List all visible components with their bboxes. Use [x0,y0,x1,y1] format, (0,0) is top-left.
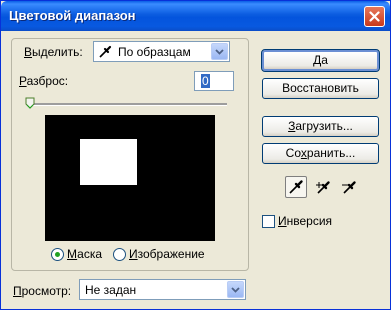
select-label: Выделить: [24,45,83,59]
save-button[interactable]: Сохранить... [262,143,379,164]
close-icon [369,11,380,22]
close-button[interactable] [364,6,385,27]
load-button[interactable]: Загрузить... [262,116,379,137]
chevron-down-icon [231,286,240,293]
eyedropper-plus-tool-button[interactable] [312,176,334,198]
view-dropdown-arrow[interactable] [227,281,244,298]
eyedropper-tool-button[interactable] [285,176,307,198]
eyedropper-icon [289,180,303,194]
select-dropdown-arrow[interactable] [211,43,228,60]
fuzziness-input[interactable]: 0 [194,71,234,91]
eyedropper-plus-icon [316,181,330,194]
fuzziness-value: 0 [201,74,210,88]
invert-checkbox[interactable] [262,215,275,228]
view-value: Не задан [85,283,137,297]
fuzziness-label: Разброс: [19,74,69,88]
reset-button[interactable]: Восстановить [262,78,379,99]
fuzziness-slider-thumb[interactable] [25,97,35,109]
radio-mask[interactable] [51,248,64,261]
radio-image[interactable] [113,248,126,261]
color-range-dialog: Цветовой диапазон Выделить: По образцам … [0,0,391,310]
ok-button[interactable]: Да [261,49,380,72]
radio-image-label[interactable]: Изображение [129,247,205,261]
eyedropper-icon [99,45,112,58]
view-dropdown[interactable]: Не задан [79,279,246,300]
window-title: Цветовой диапазон [9,8,136,23]
eyedropper-minus-icon [342,181,356,194]
select-value: По образцам [118,45,191,59]
view-label: Просмотр: [13,284,72,298]
radio-mask-label[interactable]: Маска [67,247,102,261]
chevron-down-icon [215,48,224,55]
invert-label[interactable]: Инверсия [278,214,332,228]
mask-preview [45,115,215,241]
eyedropper-minus-tool-button[interactable] [338,176,360,198]
select-dropdown[interactable]: По образцам [93,41,230,62]
title-bar[interactable]: Цветовой диапазон [1,1,390,31]
mask-preview-selection [80,139,137,185]
fuzziness-slider-track[interactable] [29,103,227,106]
